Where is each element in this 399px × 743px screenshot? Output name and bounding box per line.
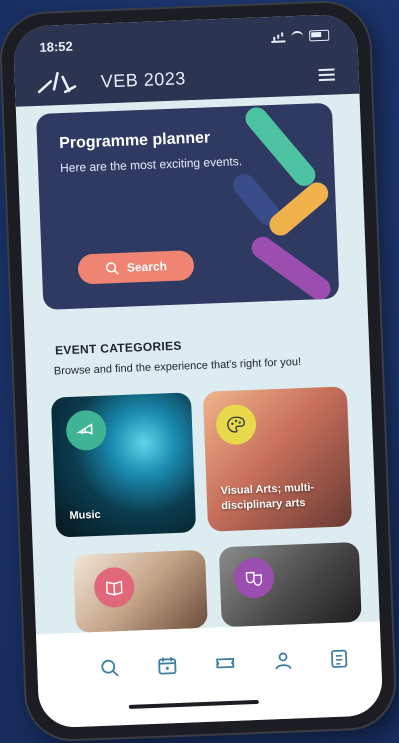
decorative-stroke [247, 232, 335, 305]
home-indicator [128, 699, 259, 709]
book-icon [93, 566, 135, 609]
category-card-theatre[interactable] [218, 541, 362, 628]
palette-icon [215, 403, 257, 446]
status-time: 18:52 [39, 38, 73, 55]
banner-subtitle: Here are the most exciting events. [59, 154, 243, 176]
trumpet-icon [65, 409, 107, 452]
decorative-stroke [241, 102, 320, 191]
search-icon[interactable] [97, 655, 122, 680]
category-label: Visual Arts; multi-disciplinary arts [220, 482, 315, 512]
calendar-icon[interactable] [155, 653, 180, 678]
phone-frame: 18:52 VEB 2023 Programme planner Here ar… [0, 1, 396, 741]
search-icon [105, 262, 119, 275]
programme-planner-banner: Programme planner Here are the most exci… [36, 102, 340, 310]
app-header: 18:52 VEB 2023 [12, 13, 360, 107]
theatre-masks-icon [233, 557, 275, 599]
signal-icon [270, 30, 286, 43]
banner-title: Programme planner [58, 129, 211, 153]
search-button[interactable]: Search [77, 250, 195, 285]
hamburger-menu-icon[interactable] [318, 68, 335, 82]
category-card-visual-arts[interactable]: Visual Arts; multi-disciplinary arts [202, 386, 353, 532]
bottom-tab-bar [35, 621, 384, 729]
category-card-music[interactable]: Music [50, 392, 197, 538]
category-label: Music [69, 508, 101, 522]
categories-heading: EVENT CATEGORIES [54, 338, 182, 358]
wifi-icon [291, 30, 304, 42]
ticket-icon[interactable] [213, 651, 238, 676]
battery-icon [308, 29, 330, 41]
document-icon[interactable] [327, 646, 352, 671]
app-title: VEB 2023 [100, 68, 187, 92]
category-card-literature[interactable] [72, 549, 208, 633]
app-screen: 18:52 VEB 2023 Programme planner Here ar… [12, 13, 384, 729]
search-button-label: Search [126, 259, 168, 275]
profile-icon[interactable] [271, 648, 296, 673]
status-icons [270, 29, 330, 43]
categories-subtitle: Browse and find the experience that's ri… [53, 356, 302, 378]
logo-icon [37, 71, 77, 94]
